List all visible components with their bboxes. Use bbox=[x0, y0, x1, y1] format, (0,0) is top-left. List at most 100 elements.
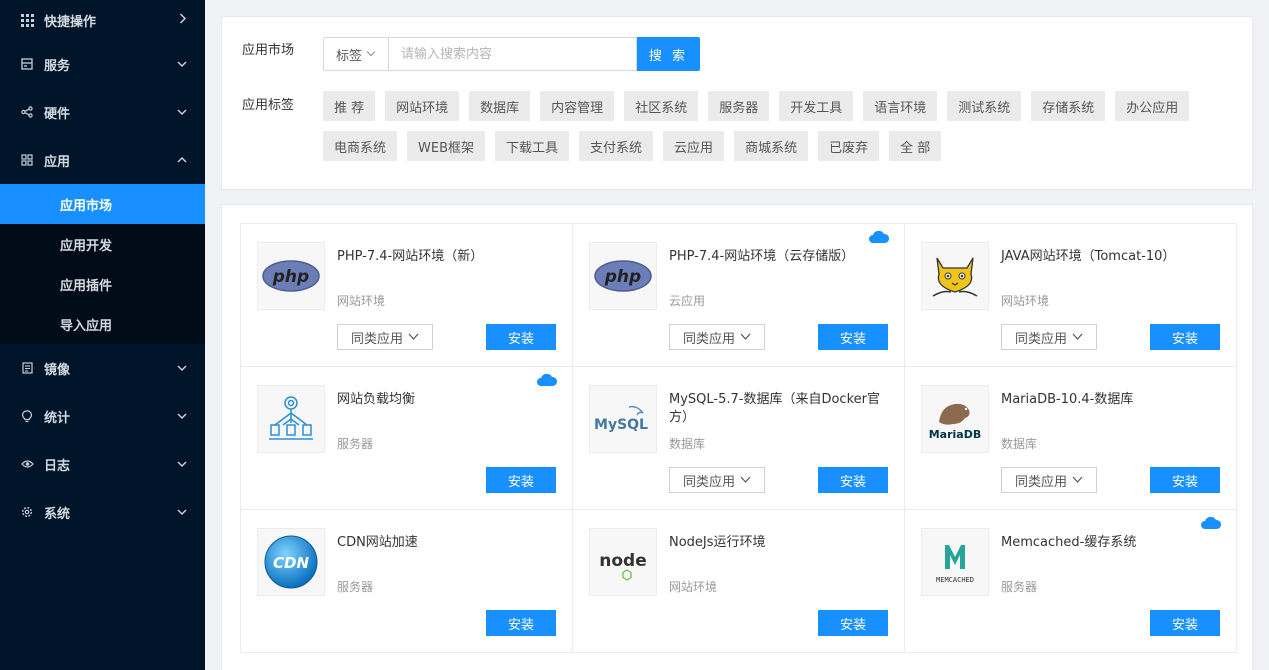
app-card: node NodeJs运行环境 网站环境 安装 bbox=[573, 510, 905, 653]
app-name: MariaDB-10.4-数据库 bbox=[1001, 392, 1134, 407]
chevron-down-icon bbox=[177, 362, 187, 375]
similar-label: 同类应用 bbox=[682, 331, 735, 347]
app-category: 服务器 bbox=[337, 580, 374, 594]
tag-lang-env[interactable]: 语言环境 bbox=[863, 91, 938, 121]
similar-apps-button[interactable]: 同类应用 bbox=[669, 467, 765, 493]
chevron-down-icon bbox=[177, 106, 187, 119]
app-card: 网站负载均衡 服务器 安装 bbox=[241, 367, 573, 510]
nav-item-stats[interactable]: 统计 bbox=[0, 392, 205, 440]
chevron-down-icon bbox=[366, 49, 376, 60]
nav-item-system[interactable]: 系统 bbox=[0, 488, 205, 536]
search-button[interactable]: 搜 索 bbox=[637, 37, 700, 71]
app-name: JAVA网站环境（Tomcat-10） bbox=[1001, 249, 1176, 264]
app-card: JAVA网站环境（Tomcat-10） 网站环境 同类应用 安装 bbox=[905, 224, 1237, 367]
file-icon bbox=[20, 361, 34, 375]
tag-select-value: 标签 bbox=[335, 48, 362, 64]
tag-web-env[interactable]: 网站环境 bbox=[385, 91, 460, 121]
nav-label: 应用 bbox=[44, 154, 71, 170]
similar-apps-button[interactable]: 同类应用 bbox=[669, 324, 765, 350]
tag-recommend[interactable]: 推 荐 bbox=[323, 91, 376, 121]
php-logo: php bbox=[257, 242, 325, 310]
tag-list: 推 荐 网站环境 数据库 内容管理 社区系统 服务器 开发工具 语言环境 测试系… bbox=[323, 91, 1223, 161]
eye-icon bbox=[20, 457, 34, 471]
app-category: 网站环境 bbox=[1001, 294, 1050, 308]
php-logo: php bbox=[589, 242, 657, 310]
install-button[interactable]: 安装 bbox=[818, 324, 888, 350]
cloud-icon bbox=[1201, 516, 1222, 529]
nav-item-logs[interactable]: 日志 bbox=[0, 440, 205, 488]
nav-item-quick-ops[interactable]: 快捷操作 bbox=[0, 0, 205, 40]
market-label: 应用市场 bbox=[242, 43, 295, 58]
app-card: php PHP-7.4-网站环境（新） 网站环境 同类应用 安装 bbox=[241, 224, 573, 367]
app-name: CDN网站加速 bbox=[337, 535, 418, 550]
similar-apps-button[interactable]: 同类应用 bbox=[1001, 324, 1097, 350]
chevron-right-icon bbox=[179, 13, 187, 27]
similar-apps-button[interactable]: 同类应用 bbox=[337, 324, 433, 350]
nav-item-service[interactable]: 服务 bbox=[0, 40, 205, 88]
nav-item-apps[interactable]: 应用 bbox=[0, 136, 205, 184]
app-card: MariaDB MariaDB-10.4-数据库 数据库 同类应用 安装 bbox=[905, 367, 1237, 510]
tomcat-logo bbox=[921, 242, 989, 310]
similar-label: 同类应用 bbox=[1014, 474, 1067, 490]
search-input[interactable] bbox=[388, 37, 637, 71]
app-category: 数据库 bbox=[1001, 437, 1038, 451]
install-button[interactable]: 安装 bbox=[1150, 467, 1220, 493]
sub-item-app-develop[interactable]: 应用开发 bbox=[0, 224, 205, 264]
sub-item-app-plugin[interactable]: 应用插件 bbox=[0, 264, 205, 304]
mysql-logo-text: MySQL bbox=[594, 417, 648, 433]
tag-server[interactable]: 服务器 bbox=[708, 91, 770, 121]
install-button[interactable]: 安装 bbox=[1150, 610, 1220, 636]
tag-all[interactable]: 全 部 bbox=[889, 131, 942, 161]
install-button[interactable]: 安装 bbox=[818, 467, 888, 493]
nav-item-hardware[interactable]: 硬件 bbox=[0, 88, 205, 136]
tag-office[interactable]: 办公应用 bbox=[1115, 91, 1190, 121]
cdn-logo-text: CDN bbox=[273, 554, 309, 572]
nav-label: 硬件 bbox=[44, 106, 71, 122]
install-button[interactable]: 安装 bbox=[486, 467, 556, 493]
app-grid: php PHP-7.4-网站环境（新） 网站环境 同类应用 安装 php PHP… bbox=[240, 223, 1237, 653]
nav-item-image[interactable]: 镜像 bbox=[0, 344, 205, 392]
tag-deprecated[interactable]: 已废弃 bbox=[818, 131, 880, 161]
cloud-icon bbox=[537, 373, 558, 386]
nav-label: 镜像 bbox=[44, 362, 71, 378]
install-button[interactable]: 安装 bbox=[818, 610, 888, 636]
nav-label: 日志 bbox=[44, 458, 71, 474]
sidebar: 快捷操作 服务 硬件 应用 应用市场 应用开发 应用插件 导入应用 镜像 统计 … bbox=[0, 0, 205, 670]
similar-apps-button[interactable]: 同类应用 bbox=[1001, 467, 1097, 493]
sub-item-app-market[interactable]: 应用市场 bbox=[0, 184, 205, 224]
app-card: php PHP-7.4-网站环境（云存储版） 云应用 同类应用 安装 bbox=[573, 224, 905, 367]
tag-cloud-app[interactable]: 云应用 bbox=[663, 131, 725, 161]
similar-label: 同类应用 bbox=[350, 331, 403, 347]
share-icon bbox=[20, 105, 34, 119]
chevron-down-icon bbox=[740, 332, 751, 343]
app-category: 网站环境 bbox=[669, 580, 718, 594]
chevron-down-icon bbox=[177, 506, 187, 519]
install-button[interactable]: 安装 bbox=[1150, 324, 1220, 350]
tag-download[interactable]: 下载工具 bbox=[495, 131, 570, 161]
install-button[interactable]: 安装 bbox=[486, 324, 556, 350]
sub-item-import-app[interactable]: 导入应用 bbox=[0, 304, 205, 344]
tag-select[interactable]: 标签 bbox=[323, 37, 388, 71]
tag-testing[interactable]: 测试系统 bbox=[947, 91, 1022, 121]
nav-label: 服务 bbox=[44, 58, 71, 74]
nav-label: 统计 bbox=[44, 410, 71, 426]
app-category: 服务器 bbox=[1001, 580, 1038, 594]
tag-mall[interactable]: 商城系统 bbox=[734, 131, 809, 161]
chevron-down-icon bbox=[177, 58, 187, 71]
cdn-logo: CDN bbox=[257, 528, 325, 596]
tag-database[interactable]: 数据库 bbox=[469, 91, 531, 121]
nav-label: 系统 bbox=[44, 506, 71, 522]
tag-ecommerce[interactable]: 电商系统 bbox=[323, 131, 398, 161]
tag-payment[interactable]: 支付系统 bbox=[579, 131, 654, 161]
gear-icon bbox=[20, 505, 34, 519]
chevron-down-icon bbox=[177, 410, 187, 423]
tag-cms[interactable]: 内容管理 bbox=[540, 91, 615, 121]
search-bar: 标签 搜 索 bbox=[323, 37, 700, 71]
tag-community[interactable]: 社区系统 bbox=[624, 91, 699, 121]
tag-storage[interactable]: 存储系统 bbox=[1031, 91, 1106, 121]
app-name: MySQL-5.7-数据库（来自Docker官方） bbox=[669, 392, 880, 425]
chevron-up-icon bbox=[177, 154, 187, 167]
tag-web-framework[interactable]: WEB框架 bbox=[407, 131, 486, 161]
install-button[interactable]: 安装 bbox=[486, 610, 556, 636]
tag-devtools[interactable]: 开发工具 bbox=[779, 91, 854, 121]
